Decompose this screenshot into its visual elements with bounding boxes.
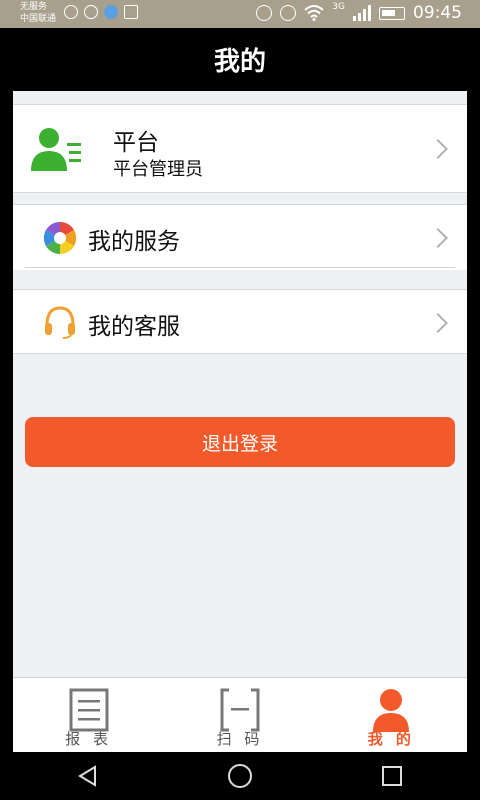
network-type: 3G — [332, 2, 345, 12]
page-title: 我的 — [13, 28, 467, 91]
tab-me[interactable]: 我 的 — [316, 678, 467, 752]
alarm-icon — [280, 5, 297, 21]
user-role: 平台管理员 — [113, 159, 203, 180]
notification-icons — [64, 5, 138, 19]
chevron-right-icon — [428, 313, 448, 333]
system-nav-bar — [13, 752, 467, 800]
cloud-icon — [84, 5, 98, 19]
recents-icon[interactable] — [380, 764, 404, 788]
menu-item-label: 我的客服 — [88, 314, 180, 340]
carrier-info: 无服务 中国联通 — [20, 1, 56, 25]
chevron-right-icon — [428, 228, 448, 248]
k-notification-icon — [64, 5, 78, 19]
aperture-icon — [43, 221, 77, 255]
status-right: 3G 09:45 — [256, 2, 462, 23]
chevron-right-icon — [428, 139, 448, 159]
wifi-icon — [304, 5, 324, 21]
home-icon[interactable] — [227, 763, 253, 789]
report-icon — [69, 688, 109, 732]
user-name: 平台 — [113, 130, 159, 156]
tab-label: 扫 码 — [216, 730, 264, 748]
app-screen: 我的 平台 平台管理员 我的服务 我的客服 退出登录 报 表 扫 码 我 的 — [13, 28, 467, 752]
tab-label: 我 的 — [367, 730, 415, 748]
user-profile-row[interactable]: 平台 平台管理员 — [13, 104, 467, 193]
tab-label: 报 表 — [65, 730, 113, 748]
scan-icon — [220, 688, 260, 732]
menu-item-my-support[interactable]: 我的客服 — [13, 289, 467, 354]
divider — [25, 267, 455, 268]
image-icon — [124, 5, 138, 19]
vibrate-icon — [256, 5, 273, 21]
tab-report[interactable]: 报 表 — [13, 678, 164, 752]
tab-scan[interactable]: 扫 码 — [164, 678, 315, 752]
app-notification-icon — [104, 5, 118, 19]
back-icon[interactable] — [76, 764, 100, 788]
logout-button[interactable]: 退出登录 — [25, 417, 455, 467]
battery-icon — [379, 6, 405, 20]
carrier-line2: 中国联通 — [20, 14, 57, 24]
menu-item-my-service[interactable]: 我的服务 — [13, 204, 467, 270]
clock: 09:45 — [413, 3, 462, 23]
status-bar: 无服务 中国联通 3G 09:45 — [0, 0, 480, 28]
carrier-line1: 无服务 — [20, 2, 48, 12]
headset-icon — [45, 306, 75, 339]
menu-item-label: 我的服务 — [88, 229, 180, 255]
person-icon — [373, 689, 410, 732]
user-list-icon — [31, 128, 81, 171]
signal-icon — [353, 5, 371, 21]
bottom-tab-bar: 报 表 扫 码 我 的 — [13, 677, 467, 752]
